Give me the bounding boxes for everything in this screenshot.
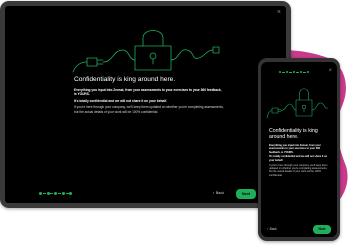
chevron-left-icon: ‹ xyxy=(267,227,269,231)
step-dot xyxy=(39,192,42,195)
back-button[interactable]: ‹ Back xyxy=(213,191,224,195)
progress-dots-icon xyxy=(279,71,310,74)
tablet-device-frame: × Confidentiality is king around here. E… xyxy=(0,1,291,208)
usb-plug-icon xyxy=(72,57,104,73)
phone-screen: × Confidentiality is king around here. E… xyxy=(261,62,337,237)
padlock-icon xyxy=(295,88,313,117)
page-title: Confidentiality is king around here. xyxy=(74,76,176,83)
padlock-icon xyxy=(134,30,172,71)
body-text: Everything you input into Zensai, from y… xyxy=(269,144,329,178)
paragraph-2: It's totally confidential and we will no… xyxy=(269,155,328,162)
step-connector xyxy=(57,193,61,194)
usb-plug-icon xyxy=(266,107,282,119)
back-button[interactable]: ‹ Back xyxy=(267,227,277,231)
phone-device-frame: × Confidentiality is king around here. E… xyxy=(258,58,340,241)
step-connector xyxy=(65,193,69,194)
progress-dots-icon xyxy=(39,192,73,195)
usb-padlock-illustration xyxy=(72,30,220,73)
step-connector xyxy=(296,71,300,73)
step-connector xyxy=(289,71,293,73)
paragraph-2: It's totally confidential and we will no… xyxy=(74,98,168,103)
step-connector xyxy=(42,193,46,194)
paragraph-1: Everything you input into Zensai, from y… xyxy=(74,88,222,97)
step-connector xyxy=(50,193,54,194)
close-icon[interactable]: × xyxy=(328,68,332,75)
step-dot xyxy=(299,71,303,74)
step-dot xyxy=(292,71,296,74)
step-connector xyxy=(282,71,286,73)
close-icon[interactable]: × xyxy=(277,9,281,16)
step-dot xyxy=(54,192,58,195)
usb-padlock-illustration xyxy=(266,88,329,119)
paragraph-1: Everything you input into Zensai, from y… xyxy=(269,144,321,154)
step-dot xyxy=(46,192,50,195)
back-label: Back xyxy=(269,227,277,231)
paragraph-3: If you're here through your company, we'… xyxy=(74,105,224,114)
step-connector xyxy=(303,71,307,73)
step-dot xyxy=(285,71,289,74)
step-dot xyxy=(279,71,282,74)
step-dot xyxy=(69,192,73,195)
tablet-screen: × Confidentiality is king around here. E… xyxy=(5,6,286,203)
chevron-left-icon: ‹ xyxy=(213,191,215,195)
tablet-footer: ‹ Back Next xyxy=(5,185,286,203)
back-label: Back xyxy=(215,191,225,195)
next-button[interactable]: Next xyxy=(236,189,256,199)
step-dot xyxy=(306,71,310,74)
step-dot xyxy=(61,192,65,195)
next-button[interactable]: Next xyxy=(313,225,331,234)
body-text: Everything you input into Zensai, from y… xyxy=(74,88,224,116)
page-title: Confidentiality is king around here. xyxy=(269,128,318,141)
paragraph-3: If you're here through your company, we'… xyxy=(269,163,328,177)
